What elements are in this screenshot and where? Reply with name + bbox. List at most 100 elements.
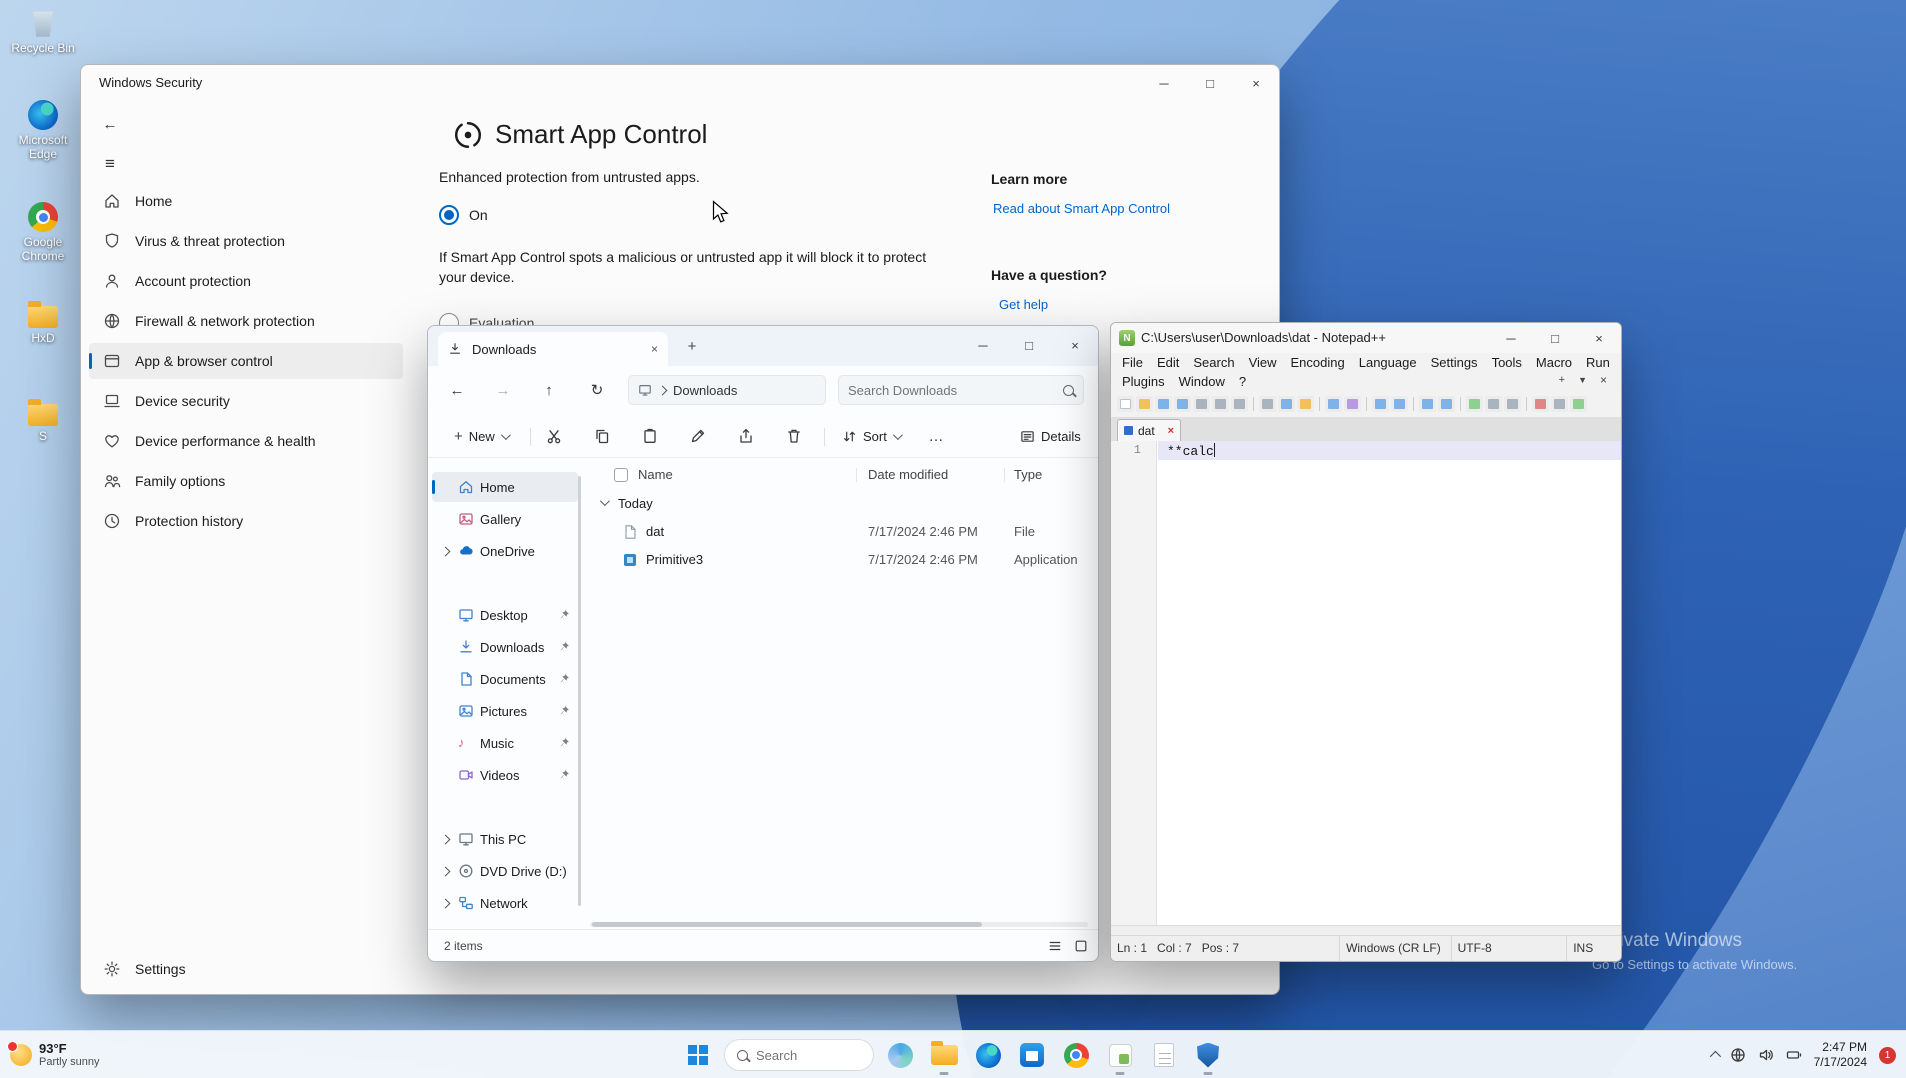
nav-home[interactable]: Home [432,472,578,502]
play-macro-icon[interactable] [1570,396,1587,412]
edge-button[interactable] [970,1033,1006,1077]
sidebar-scrollbar[interactable] [578,476,581,906]
start-button[interactable] [680,1033,716,1077]
close-button[interactable]: × [1052,326,1098,364]
horizontal-scrollbar[interactable] [590,922,1088,927]
delete-button[interactable] [780,422,808,450]
share-button[interactable] [732,422,760,450]
column-type[interactable]: Type [1014,467,1042,482]
sidebar-item-device-security[interactable]: Device security [89,383,403,419]
more-options-button[interactable]: … [922,422,950,450]
clock[interactable]: 2:47 PM 7/17/2024 [1814,1040,1867,1070]
sidebar-item-device-performance-health[interactable]: Device performance & health [89,423,403,459]
document-tab-dat[interactable]: dat × [1117,419,1181,441]
zoom-out-icon[interactable] [1438,396,1455,412]
menu-run[interactable]: Run [1579,355,1617,370]
minimize-button[interactable]: ─ [1141,65,1187,101]
sidebar-item-app-browser-control[interactable]: App & browser control [89,343,403,379]
desktop-icon-hxd[interactable]: HxD [4,298,82,346]
sidebar-item-settings[interactable]: Settings [89,951,403,987]
menu-help[interactable]: ? [1232,374,1253,389]
redo-icon[interactable] [1344,396,1361,412]
minimize-button[interactable]: ─ [960,326,1006,364]
cut-button[interactable] [540,422,568,450]
nav-music[interactable]: ♪ Music [432,728,578,758]
widgets-button[interactable] [882,1033,918,1077]
battery-icon[interactable] [1786,1047,1802,1063]
code-line[interactable]: **calc [1167,443,1215,459]
notepadpp-button[interactable] [1102,1033,1138,1077]
explorer-tab-downloads[interactable]: Downloads × [438,332,668,366]
maximize-button[interactable]: □ [1533,323,1577,353]
menu-plugins[interactable]: Plugins [1115,374,1172,389]
address-bar[interactable]: Downloads [628,375,826,405]
radio-option-on[interactable]: On [439,205,488,225]
details-button[interactable]: Details [1012,422,1089,450]
scrollbar-thumb[interactable] [592,922,982,927]
rename-button[interactable] [684,422,712,450]
print-icon[interactable] [1231,396,1248,412]
thumbnail-view-toggle[interactable] [1072,937,1090,955]
select-all-checkbox[interactable] [614,468,628,482]
menu-file[interactable]: File [1115,355,1150,370]
chrome-button[interactable] [1058,1033,1094,1077]
dropdown-arrow-icon[interactable]: ▼ [1578,375,1587,385]
notepad-button[interactable] [1146,1033,1182,1077]
close-button[interactable]: × [1577,323,1621,353]
nav-pictures[interactable]: Pictures [432,696,578,726]
refresh-button[interactable]: ↻ [584,377,610,403]
sidebar-item-family-options[interactable]: Family options [89,463,403,499]
find-icon[interactable] [1372,396,1389,412]
menu-button[interactable]: ≡ [95,151,125,177]
nav-this-pc[interactable]: This PC [432,824,578,854]
close-all-icon[interactable] [1212,396,1229,412]
indent-guide-icon[interactable] [1504,396,1521,412]
forward-button[interactable]: → [490,377,516,403]
save-all-icon[interactable] [1174,396,1191,412]
menu-search[interactable]: Search [1186,355,1241,370]
show-all-chars-icon[interactable] [1485,396,1502,412]
group-header-today[interactable]: Today [586,490,1092,518]
title-bar[interactable] [81,65,1279,101]
desktop-icon-microsoft-edge[interactable]: Microsoft Edge [4,100,82,162]
explorer-tab-bar[interactable]: Downloads × + ─ □ × [428,326,1098,366]
paste-button[interactable] [636,422,664,450]
nav-gallery[interactable]: Gallery [432,504,578,534]
stop-macro-icon[interactable] [1551,396,1568,412]
tab-close-icon[interactable]: × [651,342,658,356]
back-button[interactable]: ← [95,111,125,137]
radio-on-icon[interactable] [439,205,459,225]
volume-icon[interactable] [1758,1047,1774,1063]
menu-view[interactable]: View [1242,355,1284,370]
weather-widget[interactable]: 93°F Partly sunny [10,1031,100,1078]
record-macro-icon[interactable] [1532,396,1549,412]
menu-settings[interactable]: Settings [1424,355,1485,370]
search-input[interactable] [848,383,1038,398]
maximize-button[interactable]: □ [1006,326,1052,364]
copy-button[interactable] [588,422,616,450]
desktop-icon-s[interactable]: S [4,396,82,444]
paste-icon[interactable] [1297,396,1314,412]
expand-chevron-icon[interactable] [441,898,451,908]
menu-window[interactable]: Window [1172,374,1232,389]
sidebar-item-protection-history[interactable]: Protection history [89,503,403,539]
plus-icon[interactable]: + [1559,374,1565,386]
desktop-icon-google-chrome[interactable]: Google Chrome [4,202,82,264]
menu-macro[interactable]: Macro [1529,355,1579,370]
save-icon[interactable] [1155,396,1172,412]
nav-desktop[interactable]: Desktop [432,600,578,630]
menu-tools[interactable]: Tools [1485,355,1529,370]
new-tab-button[interactable]: + [680,334,704,358]
list-view-toggle[interactable] [1046,937,1064,955]
breadcrumb[interactable]: Downloads [673,383,737,398]
new-button[interactable]: + New [446,422,516,450]
close-icon[interactable]: × [1600,373,1607,387]
store-button[interactable] [1014,1033,1050,1077]
notification-badge[interactable]: 1 [1879,1047,1896,1064]
expand-chevron-icon[interactable] [441,546,451,556]
column-date-modified[interactable]: Date modified [868,467,948,482]
zoom-in-icon[interactable] [1419,396,1436,412]
nav-network[interactable]: Network [432,888,578,918]
nav-downloads[interactable]: Downloads [432,632,578,662]
close-file-icon[interactable] [1193,396,1210,412]
